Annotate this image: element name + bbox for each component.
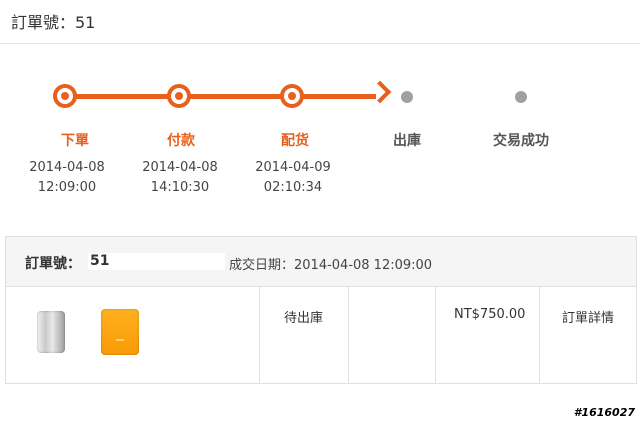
order-status: 待出庫 — [284, 311, 324, 326]
step-dot-order — [53, 84, 77, 108]
step-time-delivery: 02:10:34 — [263, 180, 323, 195]
cell-divider — [348, 287, 349, 383]
step-date-order: 2014-04-08 — [29, 160, 105, 175]
step-label-complete: 交易成功 — [493, 133, 549, 149]
page-title: 訂單號：51 — [11, 13, 96, 32]
watermark: #1616027 — [573, 406, 635, 419]
cell-divider — [259, 287, 260, 383]
step-label-order: 下單 — [61, 133, 89, 149]
step-dot-complete — [515, 91, 527, 103]
deal-date: 成交日期：2014-04-08 12:09:00 — [229, 258, 433, 273]
step-time-order: 12:09:00 — [37, 180, 97, 195]
page-header: 訂單號：51 — [0, 0, 640, 44]
cell-divider — [435, 287, 436, 383]
step-dot-shipped — [401, 91, 413, 103]
order-row: 待出庫 NT$750.00 訂單詳情 — [6, 287, 636, 383]
product-image-power-bank-orange[interactable] — [101, 309, 139, 355]
step-date-delivery: 2014-04-09 — [255, 160, 331, 175]
step-label-delivery: 配货 — [281, 133, 309, 149]
order-amount: NT$750.00 — [454, 307, 526, 322]
order-number-value: 51 — [88, 253, 225, 270]
order-number-label: 訂單號： — [25, 256, 81, 272]
step-dot-payment — [167, 84, 191, 108]
order-box-header: 訂單號： 51 成交日期：2014-04-08 12:09:00 — [6, 237, 636, 287]
step-date-payment: 2014-04-08 — [142, 160, 218, 175]
progress-arrow-icon — [368, 80, 392, 104]
order-box: 訂單號： 51 成交日期：2014-04-08 12:09:00 待出庫 NT$… — [5, 236, 637, 384]
cell-divider — [539, 287, 540, 383]
order-details-link[interactable]: 訂單詳情 — [562, 307, 614, 326]
step-label-shipped: 出庫 — [393, 133, 421, 149]
product-image-power-bank-silver[interactable] — [37, 311, 65, 353]
progress-line — [68, 94, 376, 99]
step-dot-delivery — [280, 84, 304, 108]
order-progress: 下單 付款 配货 出庫 交易成功 2014-04-08 12:09:00 201… — [0, 44, 640, 234]
step-label-payment: 付款 — [167, 133, 195, 149]
step-time-payment: 14:10:30 — [150, 180, 210, 195]
